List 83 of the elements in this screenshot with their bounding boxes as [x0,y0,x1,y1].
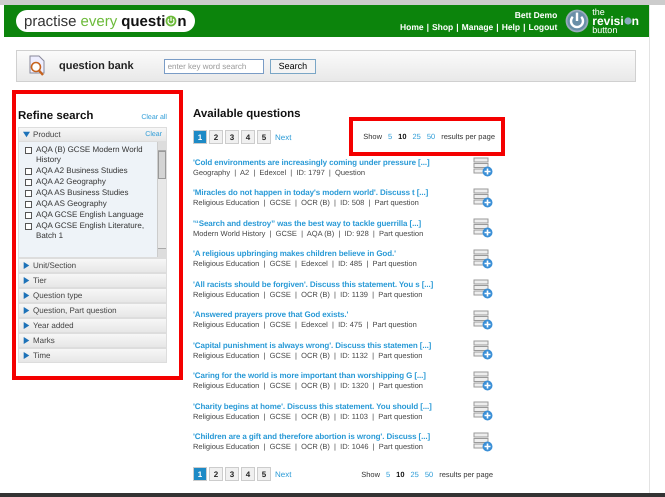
option-checkbox[interactable]: AQA A2 Business Studies [25,166,154,176]
caret-down-icon [23,131,30,138]
page-button[interactable]: 5 [257,130,271,144]
facet-label: Unit/Section [33,261,76,270]
nav-separator: | [456,22,459,32]
facet-header[interactable]: Unit/Section [18,258,167,273]
nav-link[interactable]: Help [502,22,520,32]
option-checkbox[interactable]: AQA AS Business Studies [25,188,154,198]
option-checkbox[interactable]: AQA A2 Geography [25,177,154,187]
facet-label: Tier [33,276,46,285]
power-icon [165,15,178,27]
option-checkbox[interactable]: AQA GCSE English Language [25,210,154,220]
add-to-list-icon[interactable] [473,401,493,422]
power-icon [565,9,590,33]
sidebar-title: Refine search [18,110,94,122]
add-to-list-icon[interactable] [473,310,493,330]
caret-right-icon [23,352,30,359]
facet-label: Question type [33,291,82,300]
caret-right-icon [23,307,30,314]
nav-link[interactable]: Manage [462,22,494,32]
facet-label: Time [33,351,50,360]
page-button[interactable]: 4 [241,467,255,481]
question-link[interactable]: 'Miracles do not happen in today's modern world'. Discuss t [...] [193,188,469,198]
facet-label: Year added [33,321,74,330]
document-search-icon [27,55,47,77]
facet-header[interactable]: Question type [18,288,167,303]
nav-separator: | [523,22,526,32]
logo[interactable]: practise every questi n [16,10,195,32]
caret-right-icon [23,277,30,284]
facet-header[interactable]: Marks [18,333,167,348]
page-button[interactable]: 3 [225,130,239,144]
caret-right-icon [23,322,30,329]
search-button[interactable]: Search [270,58,316,74]
add-to-list-icon[interactable] [473,432,493,452]
page-button[interactable]: 2 [209,467,223,481]
question-link[interactable]: 'Answered prayers prove that God exists.' [193,310,469,320]
facet-header[interactable]: Year added [18,318,167,333]
search-field[interactable]: enter key word search [164,58,264,74]
facet-header[interactable]: Time [18,348,167,363]
question-link[interactable]: 'Charity begins at home'. Discuss this statement. You should [...] [193,402,469,411]
caret-right-icon [23,292,30,299]
page-button[interactable]: 3 [225,467,239,481]
nav-link[interactable]: Shop [432,22,454,32]
facet-header[interactable]: Question, Part question [18,303,167,318]
facet-label: Product [33,130,61,139]
question-link[interactable]: 'A religious upbringing makes children believe in God.' [193,249,469,258]
add-to-list-icon[interactable] [473,188,493,208]
page-button[interactable]: 5 [257,467,271,481]
scrollbar[interactable] [157,142,166,257]
facet-header[interactable]: Tier [18,273,167,288]
nav-separator: | [496,22,499,32]
option-checkbox[interactable]: AQA (B) GCSE Modern World History [25,145,154,165]
question-link[interactable]: '“Search and destroy” was the best way to tackle guerrilla [...] [193,218,469,228]
question-link[interactable]: 'Capital punishment is always wrong'. Discuss this statemen [...] [193,340,469,350]
facet-label: Question, Part question [33,306,117,315]
question-link[interactable]: 'All racists should be forgiven'. Discuss this statement. You s [...] [193,280,469,289]
nav-link[interactable]: Logout [528,22,558,32]
question-link[interactable]: 'Caring for the world is more important than worshipping G [...] [193,371,469,380]
add-to-list-icon[interactable] [473,157,493,178]
add-to-list-icon[interactable] [473,248,493,269]
section-title: Available questions [193,108,302,120]
dot-icon [624,17,632,25]
facet-label: Marks [33,336,55,345]
option-checkbox[interactable]: AQA AS Geography [25,199,154,209]
option-checkbox[interactable]: AQA GCSE English Literature, Batch 1 [25,221,154,241]
caret-right-icon [23,337,30,344]
next-link[interactable]: Next [275,470,292,478]
page-button[interactable]: 1 [193,130,207,144]
page-button[interactable]: 1 [193,467,207,481]
page-button[interactable]: 2 [209,130,223,144]
nav-link[interactable]: Home [400,22,424,32]
next-link[interactable]: Next [275,132,292,142]
question-link[interactable]: 'Cold environments are increasingly coming under pressure [...] [193,158,469,167]
add-to-list-icon[interactable] [473,279,493,300]
user-name: Bett Demo [514,10,558,20]
page-button[interactable]: 4 [241,130,255,144]
add-to-list-icon[interactable] [473,218,493,238]
add-to-list-icon[interactable] [473,370,493,391]
caret-right-icon [23,262,30,269]
page-title: question bank [59,60,134,72]
add-to-list-icon[interactable] [473,340,493,360]
question-link[interactable]: 'Children are a gift and therefore abortion is wrong'. Discuss [...] [193,432,469,442]
nav-separator: | [426,22,429,32]
